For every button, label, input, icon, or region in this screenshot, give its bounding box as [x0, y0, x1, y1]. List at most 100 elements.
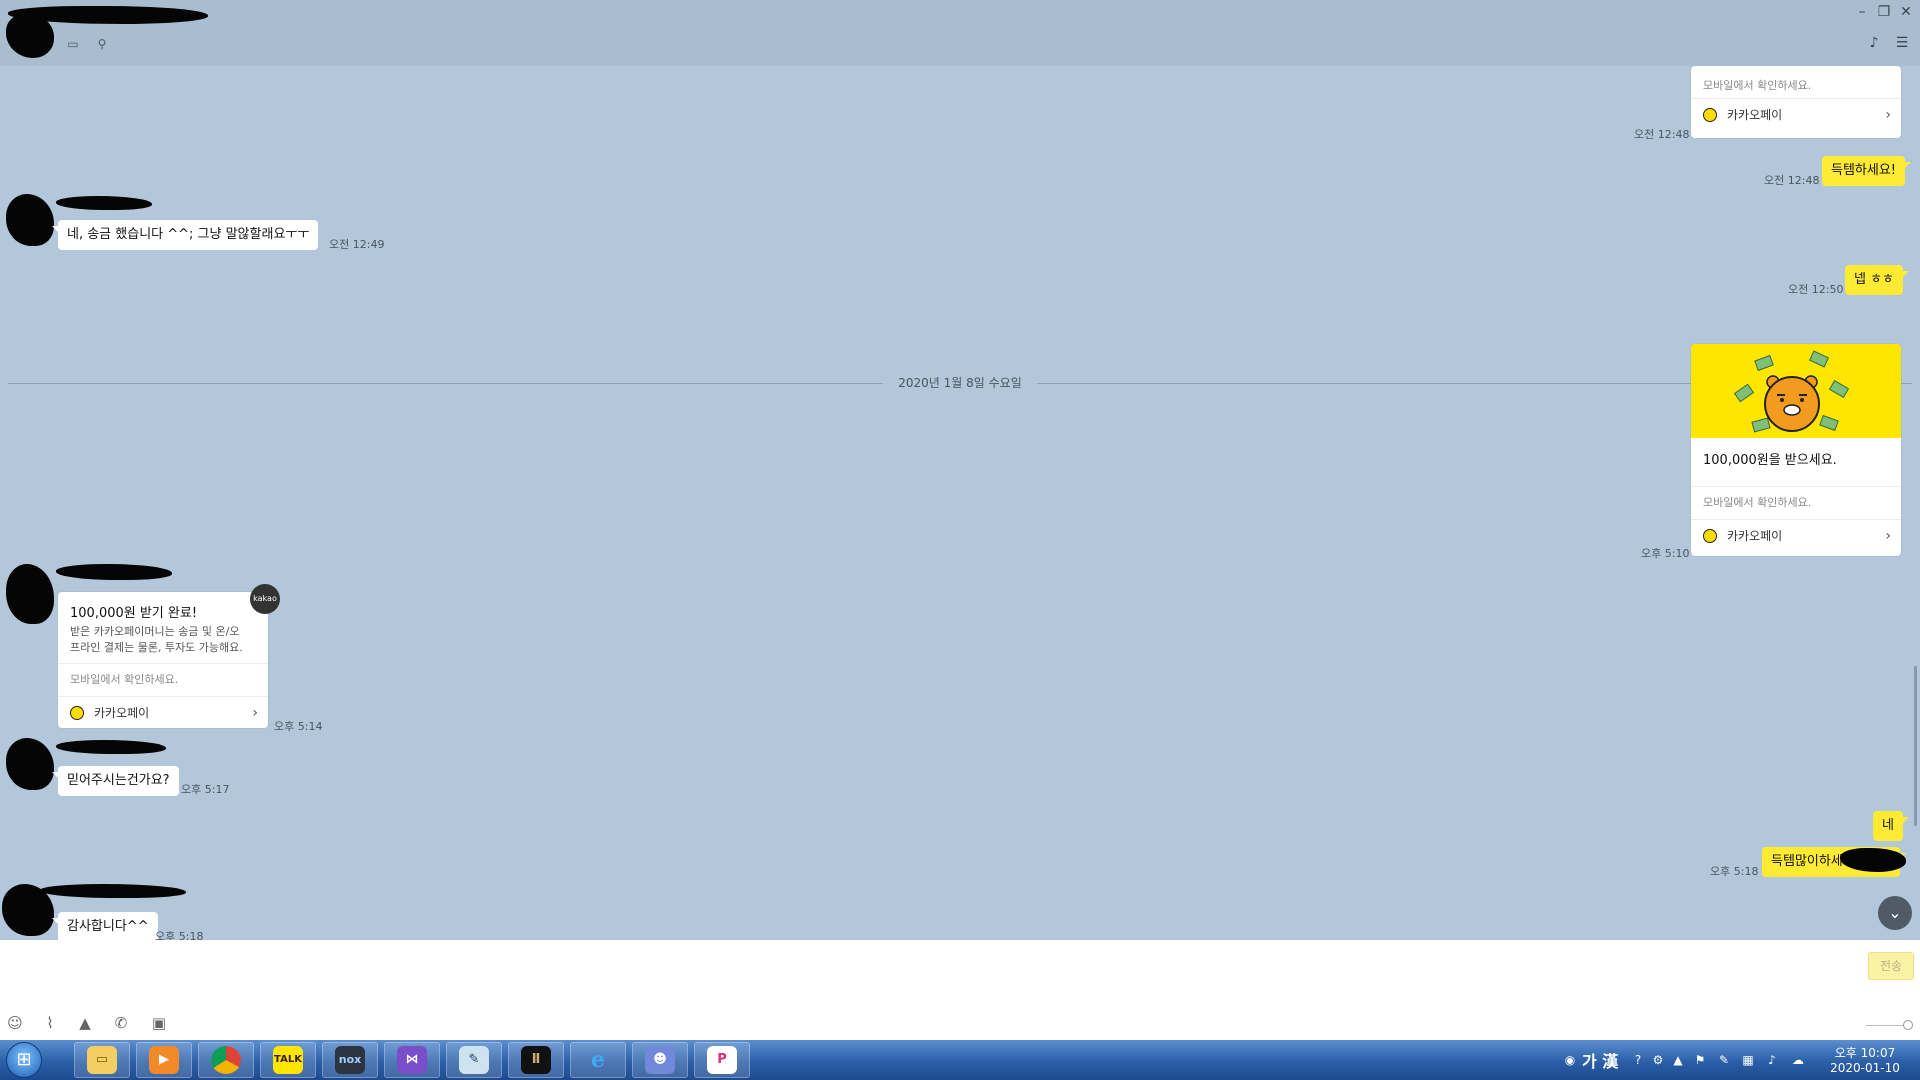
- cloud-icon[interactable]: ☁: [1790, 1052, 1806, 1068]
- card-check-mobile: 모바일에서 확인하세요.: [70, 673, 179, 686]
- receipt-card-desc-2: 프라인 결제는 물론, 투자도 가능해요.: [58, 639, 268, 664]
- phone-icon[interactable]: ✆: [112, 1014, 130, 1032]
- opacity-slider-track[interactable]: [1866, 1025, 1906, 1026]
- sender-avatar-redacted: [6, 194, 54, 246]
- chat-message-area[interactable]: 모바일에서 확인하세요. 카카오페이 › 오전 12:48 득템하세요! 오전 …: [0, 66, 1920, 940]
- message-time: 오후 5:18: [1710, 865, 1759, 878]
- kakaopay-money-card[interactable]: 100,000원을 받으세요. 모바일에서 확인하세요. 카카오페이 ›: [1691, 344, 1901, 556]
- message-input-area[interactable]: 전송 ☺ ⌇ ▲ ✆ ▣: [0, 940, 1920, 1040]
- kakaopay-card-top[interactable]: 모바일에서 확인하세요. 카카오페이 ›: [1691, 66, 1901, 138]
- bell-icon[interactable]: ♪: [1864, 33, 1884, 53]
- discord-icon: ☻: [645, 1046, 675, 1074]
- sender-name-redacted: [56, 196, 152, 210]
- receipt-card-title: 100,000원 받기 완료!: [70, 606, 198, 621]
- scroll-down-icon[interactable]: ⌄: [1878, 896, 1912, 930]
- scrollbar-thumb[interactable]: [1914, 666, 1917, 826]
- game-icon: Ⅱ: [521, 1046, 551, 1074]
- start-button[interactable]: ⊞: [6, 1042, 42, 1078]
- my-message-bubble[interactable]: 득템하세요!: [1822, 156, 1912, 186]
- kakao-badge: kakao: [250, 584, 280, 614]
- taskbar-notepad[interactable]: ✎: [446, 1042, 502, 1078]
- opacity-slider-knob[interactable]: [1903, 1020, 1913, 1030]
- their-message-bubble[interactable]: 네, 송금 했습니다 ^^; 그냥 말않할래요ㅜㅜ: [51, 220, 319, 250]
- card-kakaopay-label: 카카오페이: [94, 706, 150, 720]
- clock-date[interactable]: 2020-01-10: [1820, 1061, 1910, 1075]
- date-divider-line: [8, 383, 883, 384]
- taskbar-media-player[interactable]: ▶: [136, 1042, 192, 1078]
- sender-name-redacted: [56, 740, 166, 754]
- card-kakaopay-link[interactable]: 카카오페이 ›: [1691, 98, 1901, 131]
- my-message-bubble[interactable]: 넵 ㅎㅎ: [1845, 265, 1910, 295]
- action-center-icon[interactable]: ⚑: [1692, 1052, 1708, 1068]
- message-time: 오전 12:48: [1634, 128, 1690, 141]
- emoji-icon[interactable]: ☺: [6, 1014, 24, 1032]
- attach-icon[interactable]: ⌇: [41, 1014, 59, 1032]
- taskbar-discord[interactable]: ☻: [632, 1042, 688, 1078]
- message-time: 오전 12:48: [1764, 174, 1820, 187]
- clock-time[interactable]: 오후 10:07: [1820, 1044, 1910, 1061]
- taskbar-internet-explorer[interactable]: e: [570, 1042, 626, 1078]
- taskbar-nox[interactable]: nox: [322, 1042, 378, 1078]
- restore-icon[interactable]: ❐: [1874, 2, 1894, 22]
- ime-indicator[interactable]: 가 漢: [1582, 1048, 1618, 1072]
- kakaopay-receipt-card[interactable]: 100,000원 받기 완료! 받은 카카오페이머니는 송금 및 온/오 프라인…: [58, 592, 268, 728]
- tray-app-icon[interactable]: ✎: [1716, 1052, 1732, 1068]
- minimize-icon[interactable]: –: [1852, 2, 1872, 22]
- receipt-card-desc-1: 받은 카카오페이머니는 송금 및 온/오: [70, 625, 240, 638]
- taskbar-game[interactable]: Ⅱ: [508, 1042, 564, 1078]
- close-icon[interactable]: ✕: [1896, 2, 1916, 22]
- card-kakaopay-link[interactable]: 카카오페이 ›: [58, 696, 268, 728]
- message-time: 오후 5:10: [1641, 547, 1690, 560]
- taskbar-visual-studio[interactable]: ⋈: [384, 1042, 440, 1078]
- message-time: 오후 5:17: [181, 783, 230, 796]
- play-icon: ▶: [149, 1046, 179, 1074]
- chevron-right-icon: ›: [1885, 528, 1891, 544]
- ie-icon: e: [591, 1047, 605, 1073]
- sender-name-redacted: [40, 884, 186, 898]
- menu-icon[interactable]: ☰: [1892, 33, 1912, 53]
- message-time: 오전 12:50: [1788, 283, 1844, 296]
- their-message-bubble[interactable]: 믿어주시는건가요?: [52, 766, 179, 796]
- my-message-bubble[interactable]: 네: [1873, 811, 1909, 841]
- ryan-money-illustration: [1733, 350, 1850, 433]
- message-time: 오후 5:18: [155, 930, 204, 940]
- visual-studio-icon: ⋈: [397, 1046, 427, 1074]
- card-kakaopay-link[interactable]: 카카오페이 ›: [1691, 519, 1901, 552]
- taskbar-kakaotalk[interactable]: TALK: [260, 1042, 316, 1078]
- message-textarea[interactable]: [8, 946, 1858, 1006]
- windows-taskbar: ⊞ ▭ ▶ TALK nox ⋈ ✎ Ⅱ e ☻ P ◉ 가 漢 ? ⚙ ▲ ⚑…: [0, 1040, 1920, 1080]
- sender-avatar-redacted: [6, 738, 54, 790]
- card-check-mobile: 모바일에서 확인하세요.: [1703, 496, 1812, 509]
- nox-icon: nox: [335, 1046, 365, 1074]
- sender-avatar-redacted: [6, 564, 54, 624]
- search-icon[interactable]: ⚲: [95, 37, 109, 51]
- notepad-icon: ✎: [459, 1046, 489, 1074]
- kakaopay-icon: [1703, 529, 1717, 543]
- money-card-image: [1691, 344, 1901, 438]
- kakaopay-icon: [70, 706, 84, 720]
- network-icon[interactable]: ▦: [1740, 1052, 1756, 1068]
- volume-icon[interactable]: ♪: [1764, 1052, 1780, 1068]
- language-bar-icon[interactable]: ◉: [1562, 1052, 1578, 1068]
- sender-name-redacted: [56, 564, 172, 580]
- taskbar-chrome[interactable]: [198, 1042, 254, 1078]
- calendar-icon[interactable]: ▣: [150, 1014, 168, 1032]
- folder-icon[interactable]: ▭: [66, 37, 80, 51]
- title-bar: ▭ ⚲ – ❐ ✕ ♪ ☰: [0, 0, 1920, 66]
- taskbar-picpick[interactable]: P: [694, 1042, 750, 1078]
- chrome-icon: [211, 1046, 241, 1074]
- message-time: 오후 5:14: [274, 720, 323, 733]
- send-button[interactable]: 전송: [1868, 952, 1914, 980]
- ime-options-icon[interactable]: ⚙: [1650, 1052, 1666, 1068]
- help-icon[interactable]: ?: [1630, 1052, 1646, 1068]
- folder-icon: ▭: [87, 1046, 117, 1074]
- tray-expand-icon[interactable]: ▲: [1670, 1052, 1686, 1068]
- kakaotalk-icon: TALK: [273, 1046, 303, 1074]
- taskbar-explorer[interactable]: ▭: [74, 1042, 130, 1078]
- card-kakaopay-label: 카카오페이: [1727, 108, 1783, 122]
- chat-room-avatar-redacted: [6, 14, 54, 58]
- image-icon[interactable]: ▲: [76, 1014, 94, 1032]
- date-divider: 2020년 1월 8일 수요일: [898, 376, 1022, 390]
- their-message-bubble[interactable]: 감사합니다^^: [52, 912, 158, 940]
- chevron-right-icon: ›: [252, 705, 258, 721]
